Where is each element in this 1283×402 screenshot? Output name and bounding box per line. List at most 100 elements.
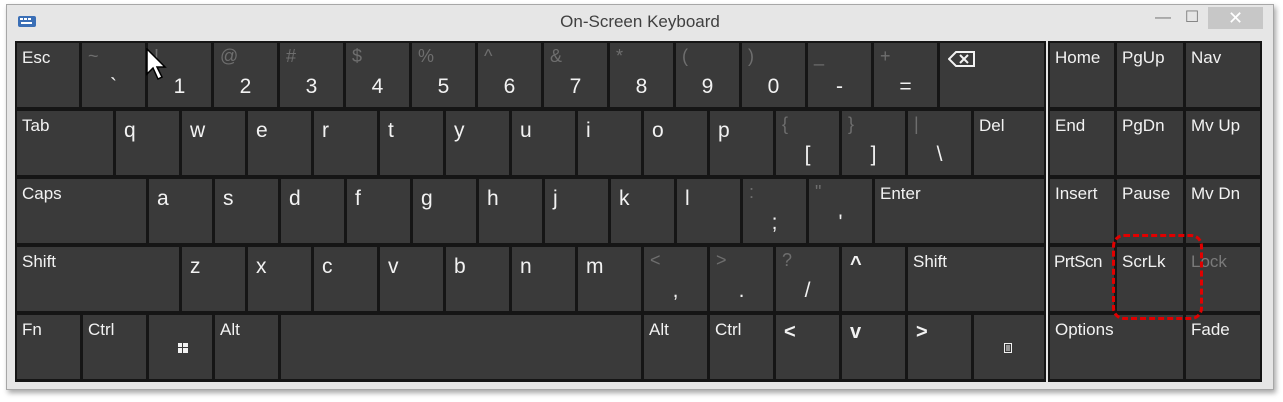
key-z[interactable]: z — [182, 247, 245, 311]
key-del[interactable]: Del — [974, 111, 1044, 175]
key-b[interactable]: b — [446, 247, 509, 311]
title-bar[interactable]: On-Screen Keyboard — ☐ ✕ — [7, 5, 1273, 39]
key-label: Options — [1055, 320, 1114, 339]
key-j[interactable]: j — [545, 179, 608, 243]
key-pgdn[interactable]: PgDn — [1117, 111, 1183, 175]
key-t[interactable]: t — [380, 111, 443, 175]
key-label: Nav — [1191, 48, 1222, 67]
key-left-arrow[interactable]: < — [776, 315, 839, 379]
key-label: u — [520, 119, 532, 142]
key-up-arrow[interactable]: ^ — [842, 247, 905, 311]
key-fade[interactable]: Fade — [1186, 315, 1260, 379]
key-9[interactable]: (9 — [676, 43, 739, 107]
key-5[interactable]: % 5 — [412, 43, 475, 107]
key-label: i — [586, 119, 591, 142]
key-period[interactable]: >. — [710, 247, 773, 311]
key-label: 3 — [305, 75, 318, 98]
key-8[interactable]: * 8 — [610, 43, 673, 107]
key-3[interactable]: #3 — [280, 43, 343, 107]
key-equals[interactable]: + = — [874, 43, 937, 107]
close-button[interactable]: ✕ — [1208, 7, 1263, 29]
key-menu[interactable] — [974, 315, 1044, 379]
key-right-ctrl[interactable]: Ctrl — [710, 315, 773, 379]
key-left-alt[interactable]: Alt — [215, 315, 278, 379]
key-label: f — [355, 187, 361, 210]
key-v[interactable]: v — [380, 247, 443, 311]
key-n[interactable]: n — [512, 247, 575, 311]
key-d[interactable]: d — [281, 179, 344, 243]
key-label: b — [454, 255, 466, 278]
key-shift-label: ) — [748, 46, 754, 66]
key-l[interactable]: l — [677, 179, 740, 243]
key-backspace[interactable] — [940, 43, 1044, 107]
context-menu-icon — [1004, 343, 1012, 353]
key-f[interactable]: f — [347, 179, 410, 243]
key-label: \ — [936, 143, 943, 166]
key-2[interactable]: @2 — [214, 43, 277, 107]
key-end[interactable]: End — [1050, 111, 1114, 175]
key-shift-label: # — [286, 46, 297, 66]
key-comma[interactable]: <, — [644, 247, 707, 311]
key-k[interactable]: k — [611, 179, 674, 243]
key-left-shift[interactable]: Shift — [17, 247, 179, 311]
key-right-alt[interactable]: Alt — [644, 315, 707, 379]
key-x[interactable]: x — [248, 247, 311, 311]
key-nav[interactable]: Nav — [1186, 43, 1260, 107]
key-backtick[interactable]: ~ ` — [82, 43, 145, 107]
key-backslash[interactable]: | \ — [908, 111, 971, 175]
key-label: Ctrl — [715, 320, 742, 339]
key-prtscn[interactable]: PrtScn — [1050, 247, 1114, 311]
key-windows[interactable] — [149, 315, 212, 379]
key-label: g — [421, 187, 433, 210]
key-pgup[interactable]: PgUp — [1117, 43, 1183, 107]
key-6[interactable]: ^ 6 — [478, 43, 541, 107]
key-right-shift[interactable]: Shift — [908, 247, 1044, 311]
key-mv-dn[interactable]: Mv Dn — [1186, 179, 1260, 243]
key-e[interactable]: e — [248, 111, 311, 175]
key-i[interactable]: i — [578, 111, 641, 175]
key-a[interactable]: a — [149, 179, 212, 243]
key-g[interactable]: g — [413, 179, 476, 243]
key-quote[interactable]: " ' — [809, 179, 872, 243]
key-tab[interactable]: Tab — [17, 111, 113, 175]
key-mv-up[interactable]: Mv Up — [1186, 111, 1260, 175]
key-label: Fade — [1191, 320, 1230, 339]
key-semicolon[interactable]: :; — [743, 179, 806, 243]
key-c[interactable]: c — [314, 247, 377, 311]
key-m[interactable]: m — [578, 247, 641, 311]
key-minus[interactable]: _ - — [808, 43, 871, 107]
key-down-arrow[interactable]: v — [842, 315, 905, 379]
key-home[interactable]: Home — [1050, 43, 1114, 107]
key-left-ctrl[interactable]: Ctrl — [83, 315, 146, 379]
minimize-button[interactable]: — — [1151, 7, 1175, 29]
key-label: n — [520, 255, 532, 278]
key-y[interactable]: y — [446, 111, 509, 175]
key-q[interactable]: q — [116, 111, 179, 175]
key-h[interactable]: h — [479, 179, 542, 243]
key-fn[interactable]: Fn — [17, 315, 80, 379]
key-7[interactable]: & 7 — [544, 43, 607, 107]
key-slash[interactable]: ? / — [776, 247, 839, 311]
key-label: o — [652, 119, 664, 142]
key-shift-label: + — [880, 46, 891, 66]
key-r[interactable]: r — [314, 111, 377, 175]
key-p[interactable]: p — [710, 111, 773, 175]
key-enter[interactable]: Enter — [875, 179, 1044, 243]
key-left-bracket[interactable]: {[ — [776, 111, 839, 175]
key-space[interactable] — [281, 315, 641, 379]
key-right-arrow[interactable]: > — [908, 315, 971, 379]
key-insert[interactable]: Insert — [1050, 179, 1114, 243]
key-o[interactable]: o — [644, 111, 707, 175]
key-s[interactable]: s — [215, 179, 278, 243]
key-options[interactable]: Options — [1050, 315, 1183, 379]
key-w[interactable]: w — [182, 111, 245, 175]
key-esc[interactable]: Esc — [17, 43, 79, 107]
key-0[interactable]: ) 0 — [742, 43, 805, 107]
maximize-button[interactable]: ☐ — [1180, 7, 1204, 29]
key-label: Mv Up — [1191, 116, 1241, 135]
key-caps[interactable]: Caps — [17, 179, 146, 243]
key-right-bracket[interactable]: }] — [842, 111, 905, 175]
key-4[interactable]: $4 — [346, 43, 409, 107]
key-label: ] — [870, 143, 877, 166]
key-u[interactable]: u — [512, 111, 575, 175]
